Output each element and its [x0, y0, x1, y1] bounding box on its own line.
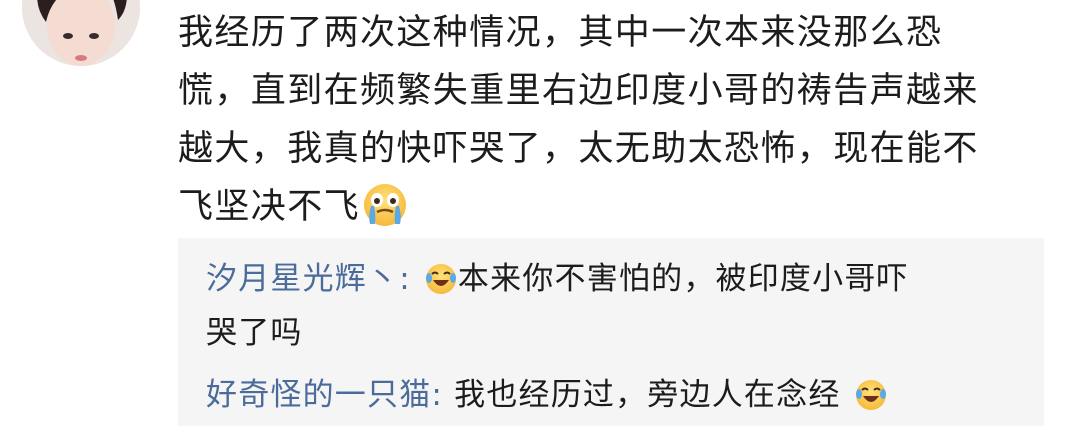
reply-text: 我也经历过，旁边人在念经 — [443, 377, 841, 413]
reply-username[interactable]: 汐月星光辉丶 — [206, 261, 399, 297]
comment-text-line-3: 越大，我真的快吓哭了，太无助太恐怖，现在能不 — [178, 129, 979, 169]
reply-colon: : — [431, 377, 444, 413]
reply-thread: 汐月星光辉丶: 本来你不害怕的，被印度小哥吓 哭了吗 好奇怪的一只猫: 我也经历… — [178, 238, 1044, 426]
reply-username[interactable]: 好奇怪的一只猫 — [206, 377, 431, 413]
comment-text-line-1: 我经历了两次这种情况，其中一次本来没那么恐 — [178, 13, 943, 53]
comment-text-line-2: 慌，直到在频繁失重里右边印度小哥的祷告声越来 — [178, 71, 979, 111]
avatar[interactable] — [22, 0, 140, 66]
laugh-cry-emoji-icon — [854, 378, 888, 412]
reply-text-line-2: 哭了吗 — [206, 315, 303, 351]
reply-colon: : — [399, 261, 411, 297]
crying-face-emoji-icon — [362, 182, 408, 228]
reply-text-line-1: 本来你不害怕的，被印度小哥吓 — [457, 261, 909, 297]
comment-text-line-4-text: 飞坚决不飞 — [178, 187, 361, 227]
reply-item-2: 好奇怪的一只猫: 我也经历过，旁边人在念经 — [206, 371, 888, 419]
comment-text-line-4: 飞坚决不飞 — [178, 178, 1038, 236]
laugh-cry-emoji-icon — [424, 262, 458, 296]
reply-item-1: 汐月星光辉丶: 本来你不害怕的，被印度小哥吓 — [206, 255, 909, 303]
comment-body: 我经历了两次这种情况，其中一次本来没那么恐 慌，直到在频繁失重里右边印度小哥的祷… — [178, 4, 1038, 236]
